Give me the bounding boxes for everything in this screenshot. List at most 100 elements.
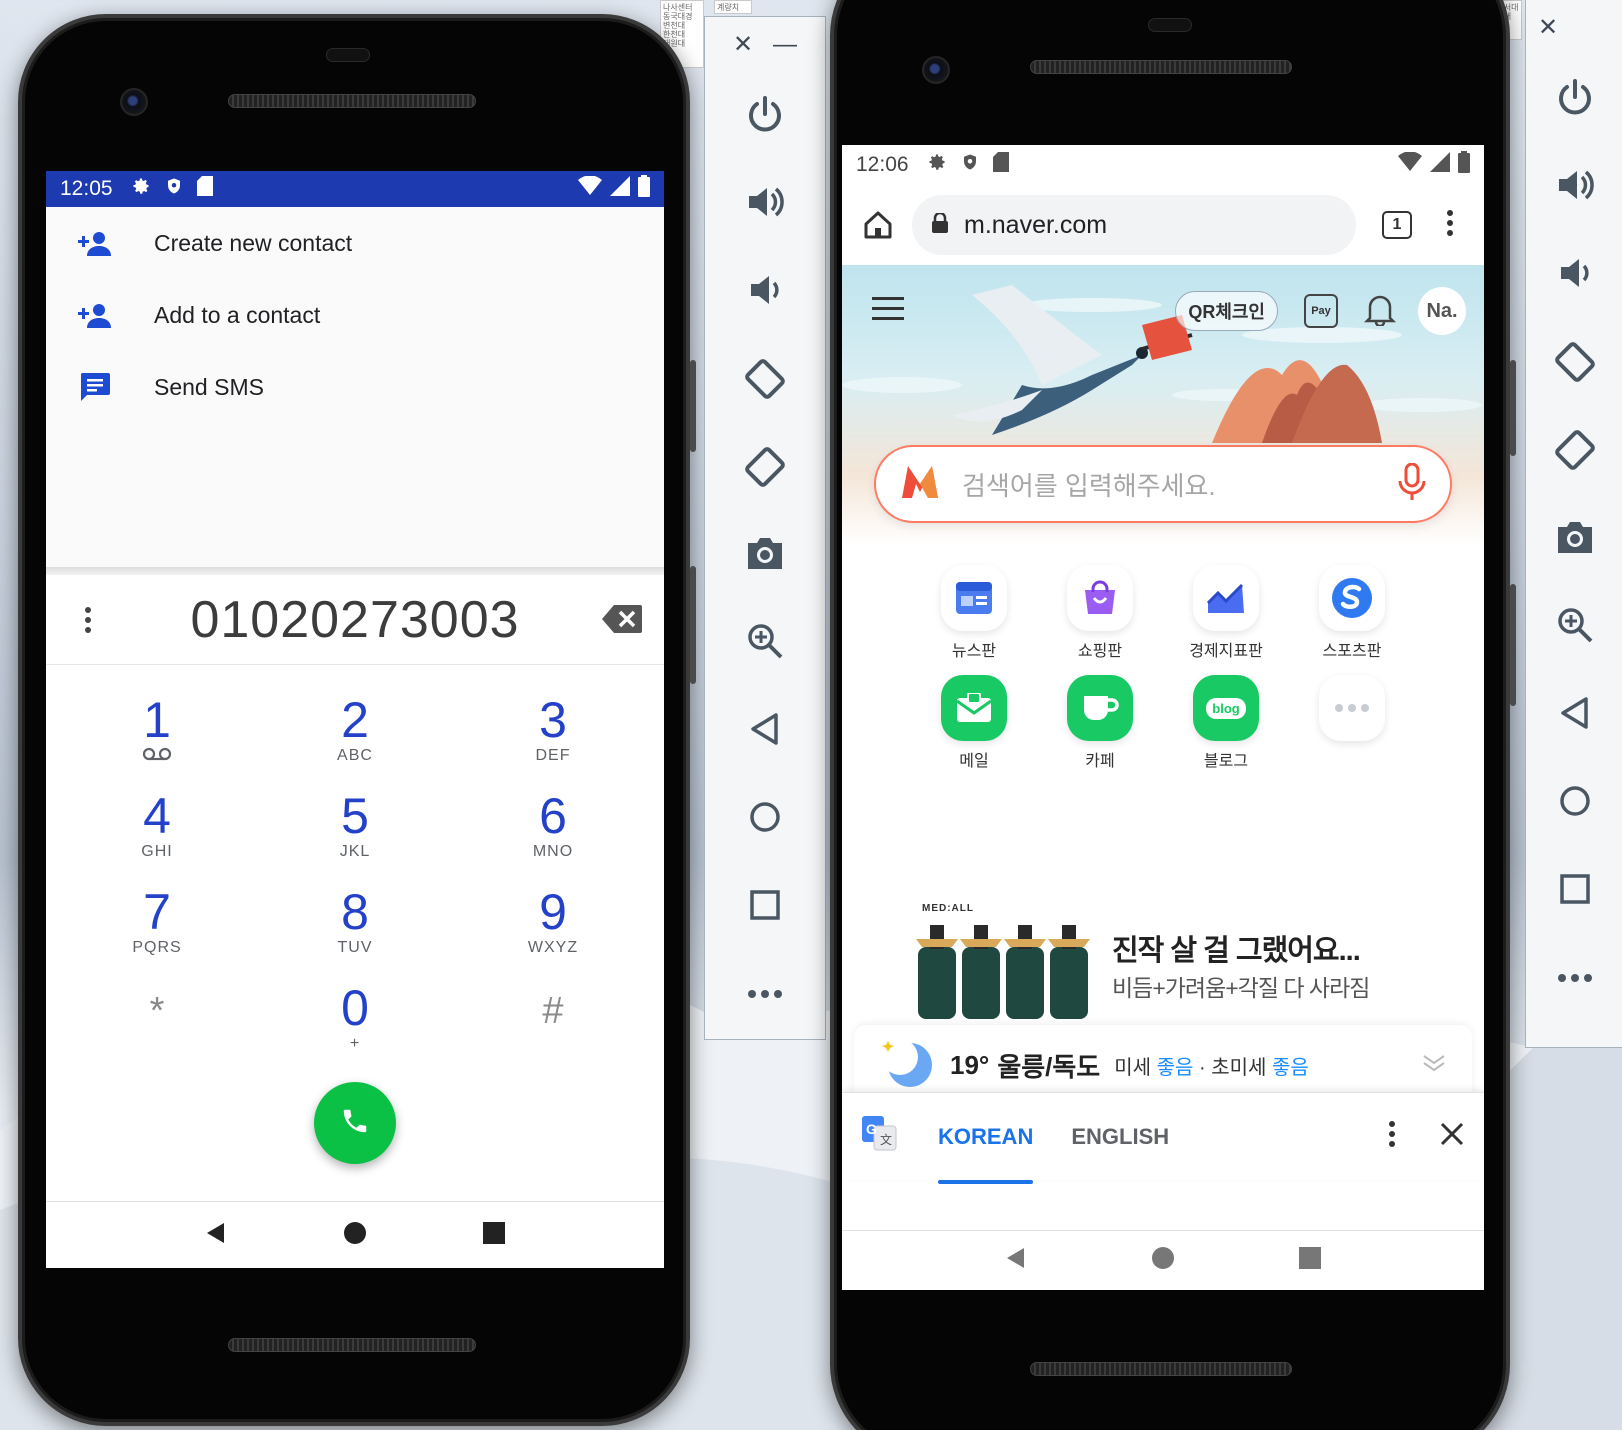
key-2[interactable]: 2 ABC [256,693,454,771]
qr-checkin-button[interactable]: QR체크인 [1175,291,1278,331]
microphone-icon[interactable] [1398,462,1426,506]
rotate-right-button[interactable] [705,424,825,512]
key-digit: 1 [143,692,171,748]
back-button[interactable] [705,688,825,776]
back-button[interactable] [1526,671,1622,759]
rotate-left-button[interactable] [1526,319,1622,407]
shield-icon [961,152,979,178]
shortcut-economy[interactable]: 경제지표판 [1163,565,1289,661]
back-triangle-icon [1559,696,1591,735]
expand-chevron-icon[interactable] [1422,1053,1446,1078]
hamburger-menu-icon[interactable] [872,296,904,327]
home-button[interactable] [705,776,825,864]
key-letters: PQRS [132,939,182,956]
key-6[interactable]: 6 MNO [454,789,652,867]
profile-avatar[interactable]: Na. [1418,287,1466,335]
nav-home-icon[interactable] [343,1221,367,1250]
settings-gear-icon [131,176,151,202]
overview-button[interactable] [1526,847,1622,935]
key-4[interactable]: 4 GHI [58,789,256,867]
status-bar: 12:05 [46,171,664,207]
naver-search-bar[interactable]: 검색어를 입력해주세요. [874,445,1452,523]
shortcut-sports[interactable]: 스포츠판 [1289,565,1415,661]
minimize-icon[interactable]: — [773,31,797,59]
dialed-number[interactable]: 01020273003 [190,590,519,650]
moon-icon [880,1037,936,1094]
translate-menu-icon[interactable] [1388,1121,1396,1152]
address-bar[interactable]: m.naver.com [912,195,1356,255]
phone-side-button [1510,584,1516,706]
nav-recents-icon[interactable] [1298,1246,1322,1275]
home-icon[interactable] [856,210,900,240]
nav-back-icon[interactable] [1004,1246,1028,1275]
browser-menu-icon[interactable] [1446,209,1454,241]
key-3[interactable]: 3 DEF [454,693,652,771]
zoom-button[interactable] [1526,583,1622,671]
key-1[interactable]: 1 [58,693,256,771]
key-letters: JKL [339,843,371,860]
home-button[interactable] [1526,759,1622,847]
advertisement-banner[interactable]: MED:ALL 진작 살 걸 그랬어요... 비듬+가려움+각질 다 사라짐 [912,903,1432,1023]
ad-brand: MED:ALL [922,903,974,914]
shortcut-cafe[interactable]: 카페 [1037,675,1163,771]
key-5[interactable]: 5 JKL [256,789,454,867]
wifi-icon [578,175,602,202]
dialer-screen: 12:05 Create new contact Add to a contac… [46,171,664,1268]
dial-keypad: 1 2 ABC 3 DEF 4 GHI 5 JKL 6 MNO 7 PQRS 8 TUV 9W… [46,665,664,1059]
key-star[interactable]: * [58,981,256,1059]
volume-down-button[interactable] [1526,231,1622,319]
power-button[interactable] [705,73,825,161]
pay-button[interactable]: Pay [1304,294,1338,328]
overview-button[interactable] [705,863,825,951]
volume-down-button[interactable] [705,249,825,337]
screenshot-button[interactable] [1526,495,1622,583]
key-8[interactable]: 8 TUV [256,885,454,963]
shortcut-mail[interactable]: 메일 [911,675,1037,771]
key-7[interactable]: 7 PQRS [58,885,256,963]
nav-home-icon[interactable] [1151,1246,1175,1275]
naver-logo-icon [900,462,940,507]
phone-side-button [1510,360,1516,456]
zoom-button[interactable] [705,600,825,688]
key-digit: 6 [539,788,567,844]
volume-up-button[interactable] [705,161,825,249]
volume-up-button[interactable] [1526,143,1622,231]
translate-close-icon[interactable] [1440,1122,1464,1151]
close-icon[interactable]: ✕ [733,30,753,59]
rotate-left-button[interactable] [705,336,825,424]
key-0[interactable]: 0 + [256,981,454,1059]
menu-send-sms[interactable]: Send SMS [46,351,664,423]
lock-icon [932,211,948,240]
notification-bell-icon[interactable] [1363,292,1397,331]
dialer-suggestion-menu: Create new contact Add to a contact Send… [46,207,664,567]
search-placeholder: 검색어를 입력해주세요. [962,470,1216,501]
screenshot-button[interactable] [705,512,825,600]
divider [46,567,664,575]
shortcut-news[interactable]: 뉴스판 [911,565,1037,661]
menu-add-to-contact[interactable]: Add to a contact [46,279,664,351]
close-icon[interactable]: ✕ [1538,13,1558,42]
call-button[interactable] [314,1082,396,1164]
front-camera [120,88,148,116]
power-button[interactable] [1526,55,1622,143]
key-hash[interactable]: # [454,981,652,1059]
translate-tab-korean[interactable]: KOREAN [938,1104,1034,1184]
key-9[interactable]: 9 WXYZ [454,885,652,963]
shortcut-blog[interactable]: blog 블로그 [1163,675,1289,771]
more-button[interactable] [705,951,825,1039]
backspace-icon[interactable] [602,605,642,638]
menu-create-new-contact[interactable]: Create new contact [46,207,664,279]
nav-back-icon[interactable] [204,1221,228,1250]
rotate-left-icon [1553,339,1597,388]
menu-item-label: Add to a contact [154,301,321,328]
tab-switcher-button[interactable]: 1 [1382,211,1412,239]
nav-recents-icon[interactable] [482,1221,506,1250]
overflow-menu-icon[interactable] [84,607,92,638]
more-button[interactable] [1526,935,1622,1023]
shortcut-shopping[interactable]: 쇼핑판 [1037,565,1163,661]
service-shortcuts-grid: 뉴스판 쇼핑판 경제지표판 스포츠판 메일 카페 blog 블로그 [842,545,1484,771]
rotate-right-button[interactable] [1526,407,1622,495]
shortcut-more[interactable] [1289,675,1415,771]
key-digit: 8 [341,884,369,940]
translate-tab-english[interactable]: ENGLISH [1071,1104,1169,1170]
